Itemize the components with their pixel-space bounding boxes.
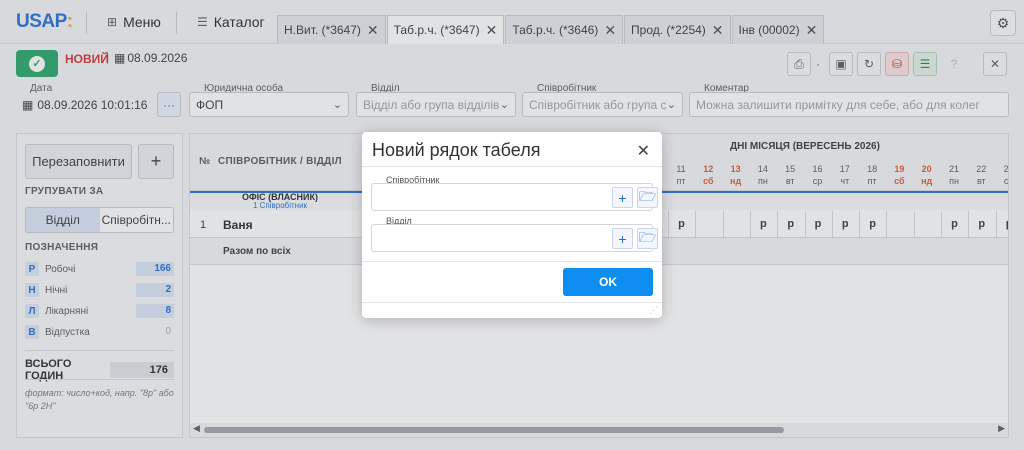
new-row-dialog: Новий рядок табеля ✕ Співробітник + 🗁 Ві… bbox=[362, 132, 662, 318]
resize-grip-icon[interactable]: ⋰ bbox=[649, 305, 658, 316]
dept-field[interactable]: + 🗁 bbox=[371, 224, 658, 252]
ok-button[interactable]: OK bbox=[563, 268, 653, 296]
plus-icon[interactable]: + bbox=[612, 187, 633, 208]
close-icon[interactable]: ✕ bbox=[637, 141, 650, 161]
folder-icon[interactable]: 🗁 bbox=[637, 187, 658, 208]
divider bbox=[362, 261, 662, 262]
divider bbox=[362, 302, 662, 303]
plus-icon[interactable]: + bbox=[612, 228, 633, 249]
folder-icon[interactable]: 🗁 bbox=[637, 228, 658, 249]
employee-field[interactable]: + 🗁 bbox=[371, 183, 658, 211]
dialog-title: Новий рядок табеля bbox=[372, 140, 541, 160]
divider bbox=[362, 166, 662, 167]
